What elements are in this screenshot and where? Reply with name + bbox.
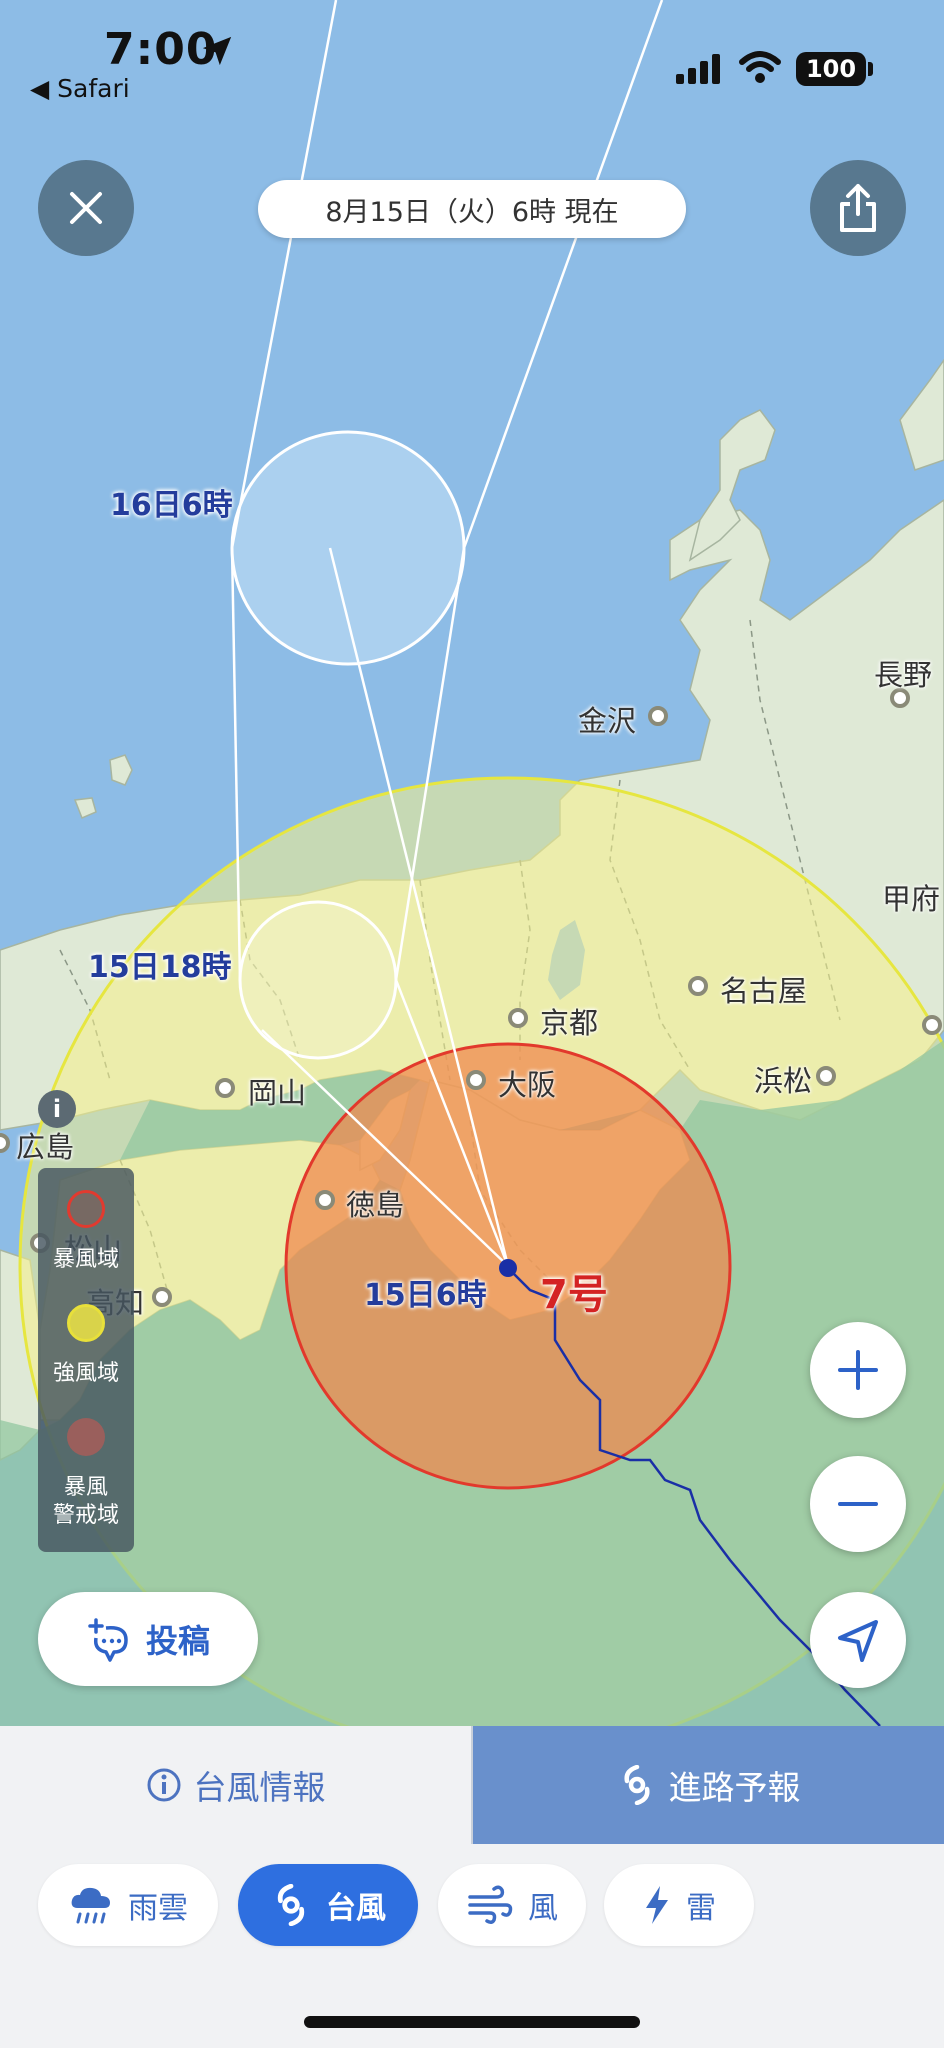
- wifi-icon: [739, 51, 781, 83]
- city-label-hamamatsu: 浜松: [754, 1064, 813, 1098]
- cellular-signal-icon: [676, 54, 720, 84]
- map-legend: 暴風域 強風域 暴風 警戒域: [38, 1168, 134, 1552]
- layer-chip-rain-cloud-label: 雨雲: [128, 1891, 188, 1926]
- city-label-okayama: 岡山: [248, 1076, 307, 1110]
- date-status-pill: 8月15日（火）6時 現在: [258, 180, 686, 238]
- layer-chip-lightning-label: 雷: [686, 1891, 716, 1926]
- battery-indicator: 100: [796, 52, 866, 86]
- battery-tip: [868, 62, 873, 76]
- city-label-nagano: 長野: [874, 658, 933, 692]
- typhoon-center: [499, 1259, 517, 1277]
- typhoon-number-label: 7号: [540, 1272, 608, 1318]
- back-to-safari[interactable]: ◀ Safari: [30, 74, 130, 103]
- close-button[interactable]: [38, 160, 134, 256]
- share-icon: [840, 184, 876, 232]
- tab-route-forecast-label: 進路予報: [668, 1768, 801, 1807]
- city-label-nagoya: 名古屋: [720, 974, 808, 1008]
- layer-chip-typhoon[interactable]: 台風: [238, 1864, 418, 1946]
- post-button[interactable]: 投稿: [38, 1592, 258, 1686]
- forecast-circle-16d6h: [230, 430, 466, 666]
- legend-info-icon[interactable]: i: [38, 1090, 76, 1128]
- home-indicator[interactable]: [304, 2016, 640, 2028]
- zoom-out-button[interactable]: [810, 1456, 906, 1552]
- layer-chip-typhoon-label: 台風: [326, 1891, 386, 1926]
- location-arrow-icon: [202, 36, 232, 66]
- wind-icon: [468, 1885, 513, 1925]
- close-icon: [70, 192, 102, 224]
- info-circle-icon: [147, 1768, 180, 1802]
- storm-warning-area-icon: [67, 1418, 105, 1456]
- city-label-kyoto: 京都: [540, 1006, 599, 1040]
- city-label-kanazawa: 金沢: [578, 704, 637, 738]
- status-bar: 7:00 ◀ Safari 100: [0, 0, 944, 110]
- tab-route-forecast[interactable]: 進路予報: [473, 1726, 944, 1844]
- post-button-label: 投稿: [145, 1622, 210, 1660]
- current-location-button[interactable]: [810, 1592, 906, 1688]
- legend-strong-wind-label: 強風域: [52, 1361, 119, 1386]
- city-label-tokushima: 徳島: [346, 1188, 405, 1222]
- forecast-circle-15d18h: [238, 900, 398, 1060]
- typhoon-map[interactable]: [0, 0, 944, 1726]
- zoom-in-button[interactable]: [810, 1322, 906, 1418]
- share-button[interactable]: [810, 160, 906, 256]
- forecast-label-15d18h: 15日18時: [88, 950, 232, 985]
- city-label-hiroshima: 広島: [16, 1130, 75, 1164]
- forecast-label-15d6h: 15日6時: [364, 1278, 487, 1313]
- post-icon: [88, 1618, 128, 1662]
- typhoon-tab-bar: 台風情報 進路予報: [0, 1726, 944, 1844]
- cloud-rain-icon: [71, 1887, 110, 1924]
- storm-area-icon: [67, 1190, 105, 1228]
- tab-typhoon-info[interactable]: 台風情報: [0, 1726, 473, 1844]
- minus-icon: [838, 1502, 878, 1506]
- layer-chip-rain-cloud[interactable]: 雨雲: [38, 1864, 218, 1946]
- typhoon-icon: [277, 1884, 305, 1926]
- navigation-arrow-icon: [838, 1620, 878, 1662]
- strong-wind-area-icon: [67, 1304, 105, 1342]
- tab-typhoon-info-label: 台風情報: [193, 1768, 326, 1807]
- layer-chip-wind-label: 風: [528, 1891, 558, 1926]
- layer-chip-wind[interactable]: 風: [438, 1864, 586, 1946]
- legend-warning-label: 暴風 警戒域: [52, 1475, 119, 1528]
- typhoon-icon: [623, 1765, 650, 1805]
- lightning-icon: [646, 1886, 668, 1924]
- legend-storm-label: 暴風域: [52, 1247, 119, 1272]
- date-status-text: 8月15日（火）6時 現在: [325, 196, 619, 228]
- layer-chip-lightning[interactable]: 雷: [604, 1864, 754, 1946]
- forecast-label-16d6h: 16日6時: [110, 488, 233, 523]
- city-label-osaka: 大阪: [498, 1068, 557, 1102]
- city-label-kofu: 甲府: [882, 882, 941, 916]
- plus-icon: [838, 1350, 878, 1390]
